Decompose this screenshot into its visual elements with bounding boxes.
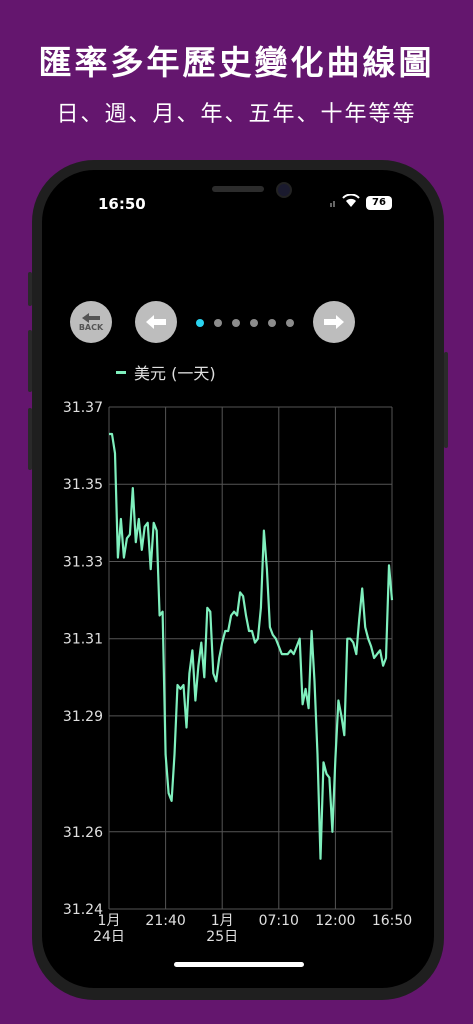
y-tick-label: 31.26 [63, 825, 103, 841]
home-indicator [174, 962, 304, 967]
x-tick-label: 07:10 [259, 913, 299, 929]
x-tick-label: 21:40 [145, 913, 185, 929]
y-tick-label: 31.33 [63, 554, 103, 570]
y-tick-label: 31.29 [63, 709, 103, 725]
y-tick-label: 31.31 [63, 632, 103, 648]
x-tick-label: 16:50 [372, 913, 412, 929]
y-tick-label: 31.37 [63, 400, 103, 416]
x-tick-label: 12:00 [315, 913, 355, 929]
x-tick-label: 1月 25日 [206, 913, 238, 945]
x-tick-label: 1月 24日 [93, 913, 125, 945]
exchange-rate-chart[interactable]: 31.3731.3531.3331.3131.2931.2631.241月 24日… [0, 0, 473, 1024]
y-tick-label: 31.35 [63, 477, 103, 493]
series-line [109, 432, 394, 860]
